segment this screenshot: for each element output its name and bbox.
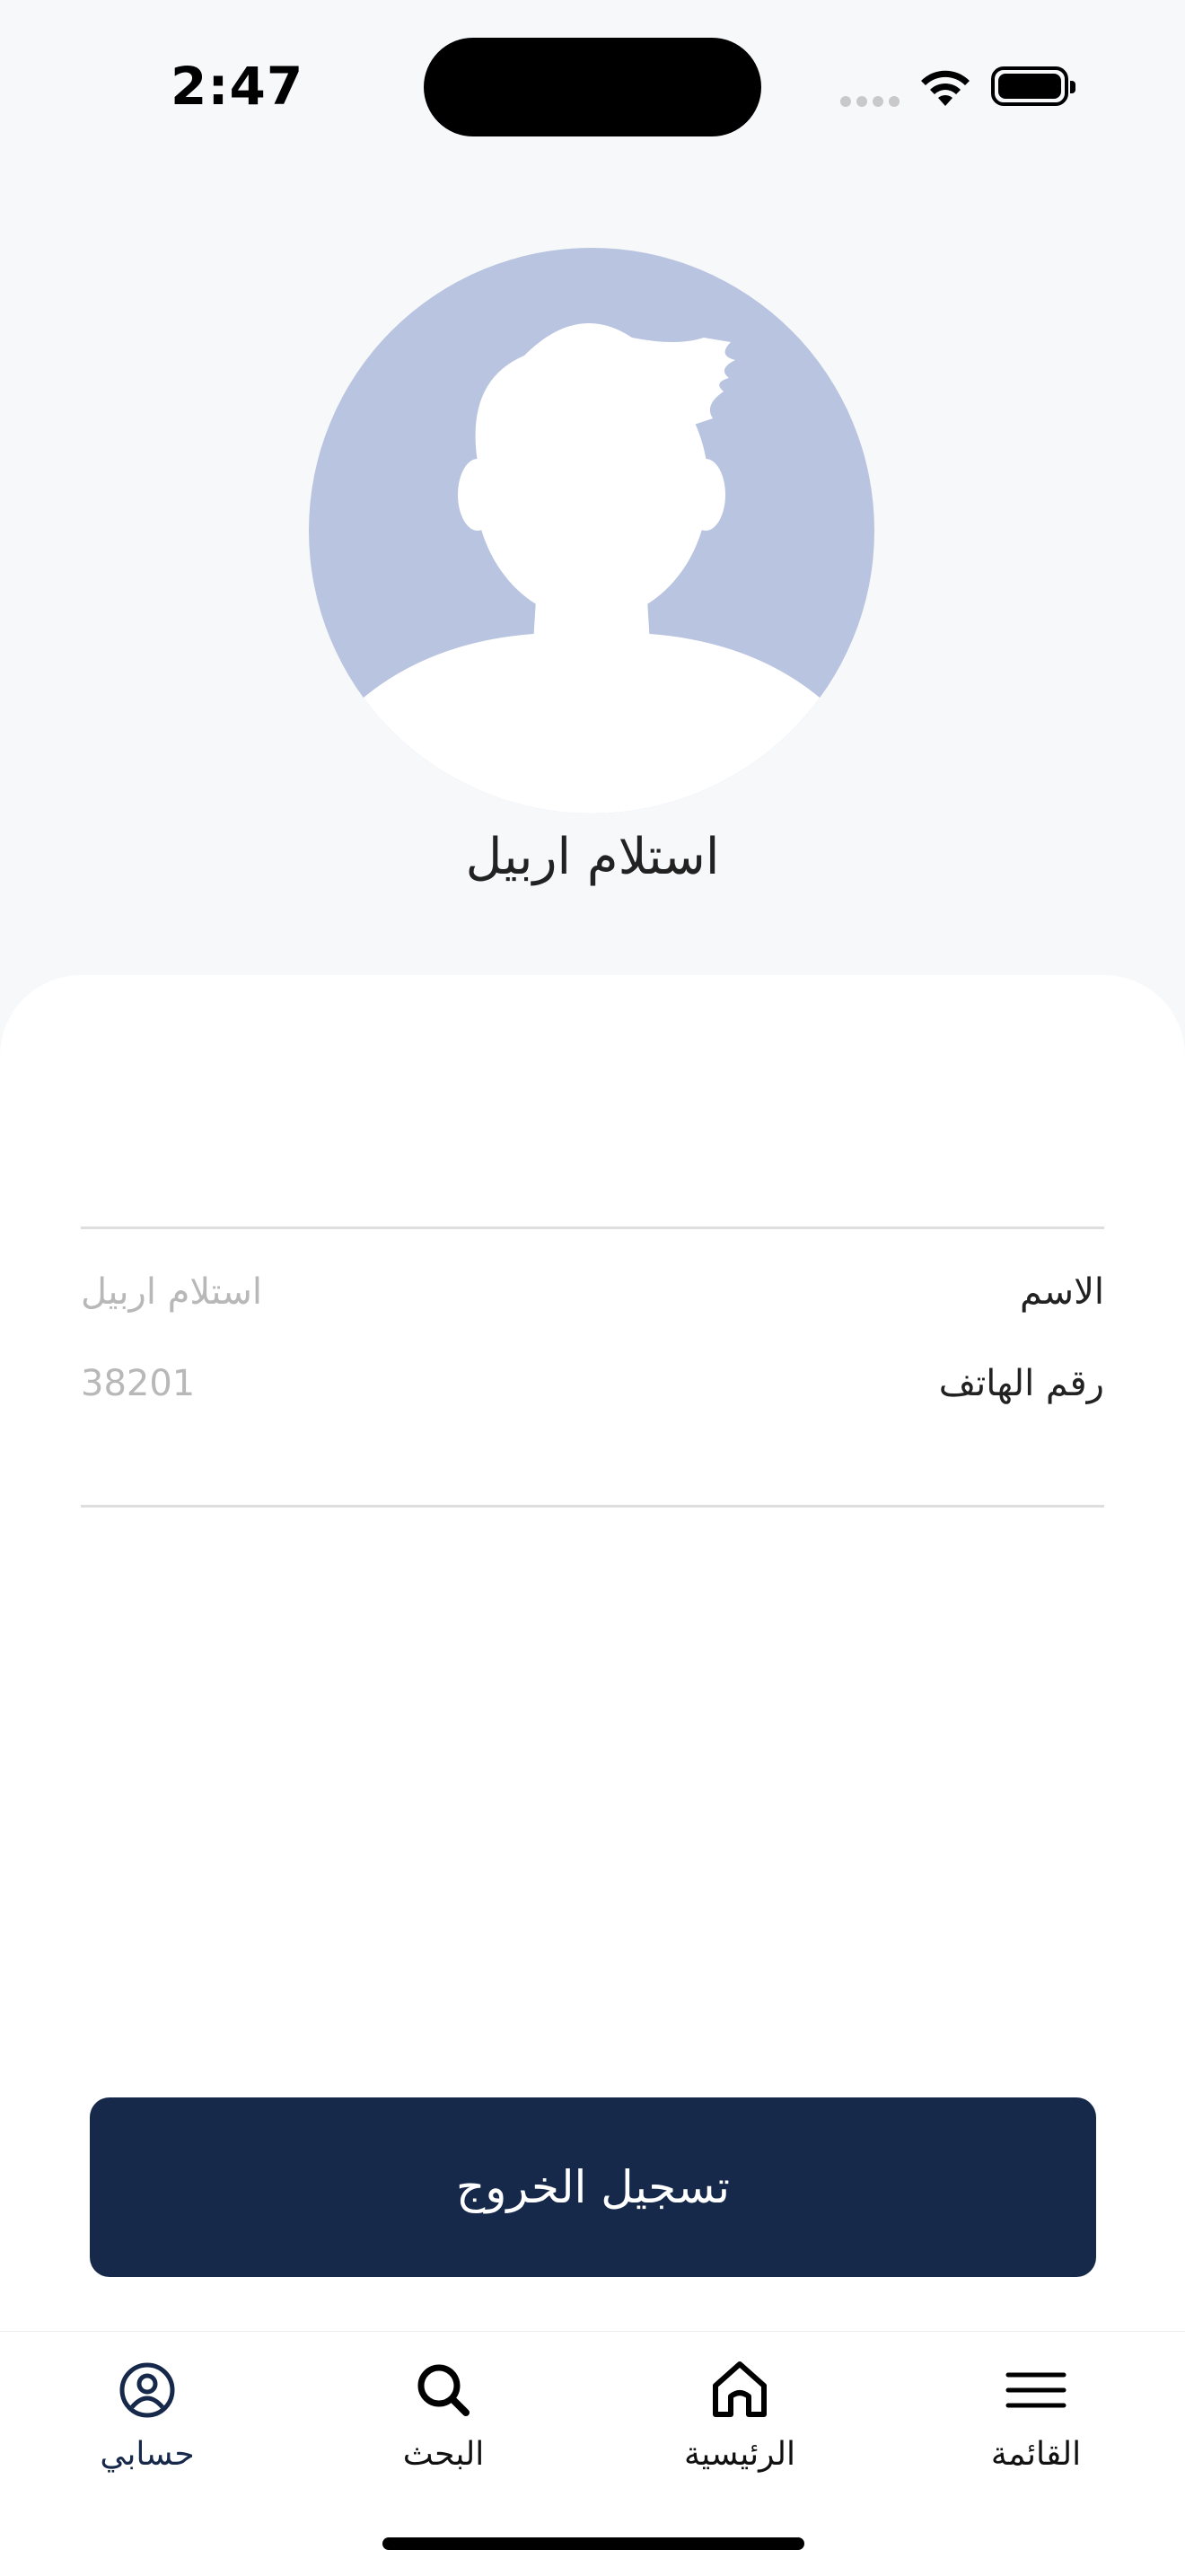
name-label: الاسم [1019, 1271, 1104, 1313]
tab-account[interactable]: حسابي [40, 2350, 255, 2473]
tab-menu[interactable]: القائمة [928, 2350, 1144, 2473]
status-bar: 2:47 [0, 0, 1185, 180]
user-silhouette-icon [309, 323, 874, 813]
name-value: استلام اربيل [81, 1271, 262, 1313]
divider-bottom [81, 1505, 1104, 1508]
logout-button[interactable]: تسجيل الخروج [90, 2097, 1096, 2277]
search-icon [417, 2364, 470, 2416]
avatar [309, 248, 874, 813]
menu-icon [1005, 2372, 1066, 2408]
home-indicator [382, 2537, 804, 2550]
tab-search-label: البحث [402, 2436, 485, 2473]
cellular-signal-icon [840, 93, 905, 110]
tab-account-label: حسابي [100, 2436, 195, 2473]
account-icon [119, 2362, 175, 2418]
tab-search[interactable]: البحث [336, 2350, 551, 2473]
divider-top [81, 1226, 1104, 1229]
phone-value: 38201 [81, 1363, 196, 1404]
home-icon [713, 2361, 767, 2417]
profile-name: استلام اربيل [465, 828, 720, 886]
status-time: 2:47 [171, 56, 304, 117]
battery-icon [991, 66, 1075, 106]
wifi-icon [921, 70, 970, 106]
phone-label: رقم الهاتف [938, 1363, 1104, 1404]
tab-home[interactable]: الرئيسية [632, 2350, 847, 2473]
tab-home-label: الرئيسية [684, 2436, 795, 2473]
tab-menu-label: القائمة [990, 2436, 1082, 2473]
dynamic-island [424, 38, 761, 136]
